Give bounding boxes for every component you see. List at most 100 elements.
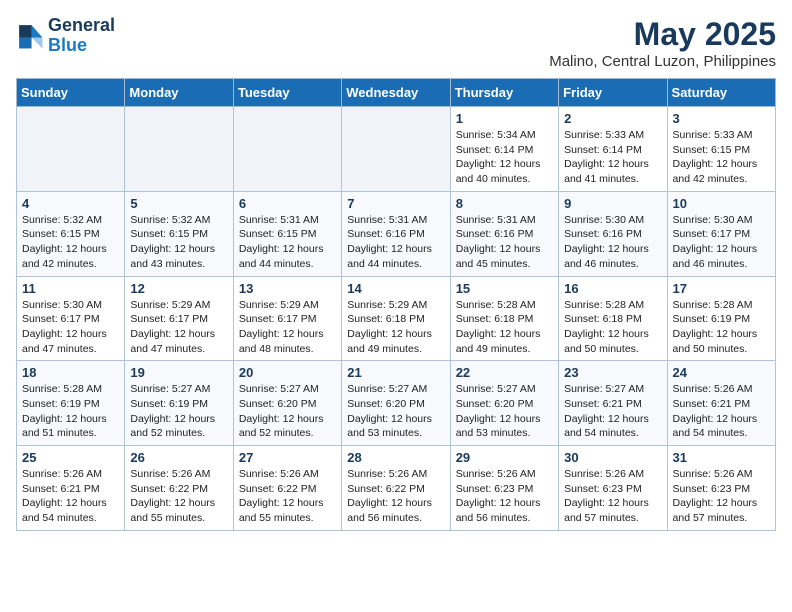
day-number: 12 xyxy=(130,281,227,296)
calendar-cell: 27 Sunrise: 5:26 AM Sunset: 6:22 PM Dayli… xyxy=(233,446,341,531)
day-number: 16 xyxy=(564,281,661,296)
cell-info: Sunrise: 5:28 AM Sunset: 6:19 PM Dayligh… xyxy=(22,382,119,441)
cell-info: Sunrise: 5:32 AM Sunset: 6:15 PM Dayligh… xyxy=(130,213,227,272)
cell-info: Sunrise: 5:26 AM Sunset: 6:21 PM Dayligh… xyxy=(22,467,119,526)
day-number: 4 xyxy=(22,196,119,211)
day-number: 29 xyxy=(456,450,553,465)
cell-info: Sunrise: 5:30 AM Sunset: 6:17 PM Dayligh… xyxy=(22,298,119,357)
cell-info: Sunrise: 5:33 AM Sunset: 6:14 PM Dayligh… xyxy=(564,128,661,187)
day-number: 11 xyxy=(22,281,119,296)
day-number: 22 xyxy=(456,365,553,380)
cell-info: Sunrise: 5:27 AM Sunset: 6:20 PM Dayligh… xyxy=(347,382,444,441)
day-number: 13 xyxy=(239,281,336,296)
calendar-cell xyxy=(125,107,233,192)
calendar-week-row: 1Sunrise: 5:34 AM Sunset: 6:14 PM Daylig… xyxy=(17,107,776,192)
calendar-cell: 25 Sunrise: 5:26 AM Sunset: 6:21 PM Dayli… xyxy=(17,446,125,531)
calendar-cell xyxy=(17,107,125,192)
calendar-cell: 16 Sunrise: 5:28 AM Sunset: 6:18 PM Dayli… xyxy=(559,276,667,361)
calendar-cell: 26Sunrise: 5:26 AM Sunset: 6:22 PM Dayli… xyxy=(125,446,233,531)
day-number: 10 xyxy=(673,196,770,211)
calendar-week-row: 11 Sunrise: 5:30 AM Sunset: 6:17 PM Dayli… xyxy=(17,276,776,361)
weekday-header-row: SundayMondayTuesdayWednesdayThursdayFrid… xyxy=(17,79,776,107)
day-number: 24 xyxy=(673,365,770,380)
cell-info: Sunrise: 5:27 AM Sunset: 6:20 PM Dayligh… xyxy=(239,382,336,441)
calendar-cell: 13 Sunrise: 5:29 AM Sunset: 6:17 PM Dayli… xyxy=(233,276,341,361)
day-number: 3 xyxy=(673,111,770,126)
cell-info: Sunrise: 5:28 AM Sunset: 6:19 PM Dayligh… xyxy=(673,298,770,357)
calendar-week-row: 18 Sunrise: 5:28 AM Sunset: 6:19 PM Dayli… xyxy=(17,361,776,446)
weekday-header: Monday xyxy=(125,79,233,107)
location: Malino, Central Luzon, Philippines xyxy=(549,53,776,70)
calendar-cell xyxy=(342,107,450,192)
calendar-cell: 29 Sunrise: 5:26 AM Sunset: 6:23 PM Dayli… xyxy=(450,446,558,531)
cell-info: Sunrise: 5:29 AM Sunset: 6:17 PM Dayligh… xyxy=(130,298,227,357)
calendar-cell: 24Sunrise: 5:26 AM Sunset: 6:21 PM Dayli… xyxy=(667,361,775,446)
calendar-cell: 23 Sunrise: 5:27 AM Sunset: 6:21 PM Dayli… xyxy=(559,361,667,446)
cell-info: Sunrise: 5:31 AM Sunset: 6:15 PM Dayligh… xyxy=(239,213,336,272)
logo: General Blue xyxy=(16,16,115,56)
cell-info: Sunrise: 5:27 AM Sunset: 6:19 PM Dayligh… xyxy=(130,382,227,441)
weekday-header: Friday xyxy=(559,79,667,107)
weekday-header: Tuesday xyxy=(233,79,341,107)
day-number: 28 xyxy=(347,450,444,465)
page-header: General Blue May 2025 Malino, Central Lu… xyxy=(16,16,776,70)
cell-info: Sunrise: 5:26 AM Sunset: 6:22 PM Dayligh… xyxy=(239,467,336,526)
calendar-cell: 5Sunrise: 5:32 AM Sunset: 6:15 PM Daylig… xyxy=(125,191,233,276)
day-number: 15 xyxy=(456,281,553,296)
calendar-cell: 3 Sunrise: 5:33 AM Sunset: 6:15 PM Daylig… xyxy=(667,107,775,192)
month-title: May 2025 xyxy=(549,16,776,53)
weekday-header: Thursday xyxy=(450,79,558,107)
cell-info: Sunrise: 5:26 AM Sunset: 6:23 PM Dayligh… xyxy=(456,467,553,526)
logo-icon xyxy=(16,22,44,50)
day-number: 26 xyxy=(130,450,227,465)
cell-info: Sunrise: 5:34 AM Sunset: 6:14 PM Dayligh… xyxy=(456,128,553,187)
day-number: 18 xyxy=(22,365,119,380)
day-number: 6 xyxy=(239,196,336,211)
cell-info: Sunrise: 5:26 AM Sunset: 6:23 PM Dayligh… xyxy=(673,467,770,526)
weekday-header: Saturday xyxy=(667,79,775,107)
day-number: 8 xyxy=(456,196,553,211)
day-number: 19 xyxy=(130,365,227,380)
calendar-cell xyxy=(233,107,341,192)
cell-info: Sunrise: 5:27 AM Sunset: 6:21 PM Dayligh… xyxy=(564,382,661,441)
calendar-table: SundayMondayTuesdayWednesdayThursdayFrid… xyxy=(16,78,776,531)
calendar-cell: 15 Sunrise: 5:28 AM Sunset: 6:18 PM Dayli… xyxy=(450,276,558,361)
day-number: 17 xyxy=(673,281,770,296)
calendar-cell: 7 Sunrise: 5:31 AM Sunset: 6:16 PM Daylig… xyxy=(342,191,450,276)
calendar-cell: 31Sunrise: 5:26 AM Sunset: 6:23 PM Dayli… xyxy=(667,446,775,531)
logo-text: General Blue xyxy=(48,16,115,56)
day-number: 7 xyxy=(347,196,444,211)
day-number: 14 xyxy=(347,281,444,296)
calendar-cell: 22Sunrise: 5:27 AM Sunset: 6:20 PM Dayli… xyxy=(450,361,558,446)
cell-info: Sunrise: 5:31 AM Sunset: 6:16 PM Dayligh… xyxy=(347,213,444,272)
calendar-cell: 11 Sunrise: 5:30 AM Sunset: 6:17 PM Dayli… xyxy=(17,276,125,361)
weekday-header: Wednesday xyxy=(342,79,450,107)
cell-info: Sunrise: 5:26 AM Sunset: 6:22 PM Dayligh… xyxy=(347,467,444,526)
cell-info: Sunrise: 5:28 AM Sunset: 6:18 PM Dayligh… xyxy=(456,298,553,357)
calendar-cell: 1Sunrise: 5:34 AM Sunset: 6:14 PM Daylig… xyxy=(450,107,558,192)
calendar-cell: 19 Sunrise: 5:27 AM Sunset: 6:19 PM Dayli… xyxy=(125,361,233,446)
weekday-header: Sunday xyxy=(17,79,125,107)
calendar-cell: 10Sunrise: 5:30 AM Sunset: 6:17 PM Dayli… xyxy=(667,191,775,276)
cell-info: Sunrise: 5:33 AM Sunset: 6:15 PM Dayligh… xyxy=(673,128,770,187)
calendar-cell: 12 Sunrise: 5:29 AM Sunset: 6:17 PM Dayli… xyxy=(125,276,233,361)
calendar-week-row: 25 Sunrise: 5:26 AM Sunset: 6:21 PM Dayli… xyxy=(17,446,776,531)
cell-info: Sunrise: 5:26 AM Sunset: 6:23 PM Dayligh… xyxy=(564,467,661,526)
cell-info: Sunrise: 5:28 AM Sunset: 6:18 PM Dayligh… xyxy=(564,298,661,357)
calendar-week-row: 4 Sunrise: 5:32 AM Sunset: 6:15 PM Daylig… xyxy=(17,191,776,276)
day-number: 25 xyxy=(22,450,119,465)
calendar-cell: 4Sunrise: 5:32 AM Sunset: 6:15 PM Daylig… xyxy=(17,191,125,276)
calendar-cell: 6 Sunrise: 5:31 AM Sunset: 6:15 PM Daylig… xyxy=(233,191,341,276)
calendar-cell: 8 Sunrise: 5:31 AM Sunset: 6:16 PM Daylig… xyxy=(450,191,558,276)
calendar-cell: 18 Sunrise: 5:28 AM Sunset: 6:19 PM Dayli… xyxy=(17,361,125,446)
cell-info: Sunrise: 5:31 AM Sunset: 6:16 PM Dayligh… xyxy=(456,213,553,272)
cell-info: Sunrise: 5:29 AM Sunset: 6:17 PM Dayligh… xyxy=(239,298,336,357)
day-number: 23 xyxy=(564,365,661,380)
calendar-cell: 2 Sunrise: 5:33 AM Sunset: 6:14 PM Daylig… xyxy=(559,107,667,192)
title-block: May 2025 Malino, Central Luzon, Philippi… xyxy=(549,16,776,70)
calendar-cell: 14Sunrise: 5:29 AM Sunset: 6:18 PM Dayli… xyxy=(342,276,450,361)
day-number: 27 xyxy=(239,450,336,465)
day-number: 9 xyxy=(564,196,661,211)
cell-info: Sunrise: 5:30 AM Sunset: 6:16 PM Dayligh… xyxy=(564,213,661,272)
day-number: 2 xyxy=(564,111,661,126)
